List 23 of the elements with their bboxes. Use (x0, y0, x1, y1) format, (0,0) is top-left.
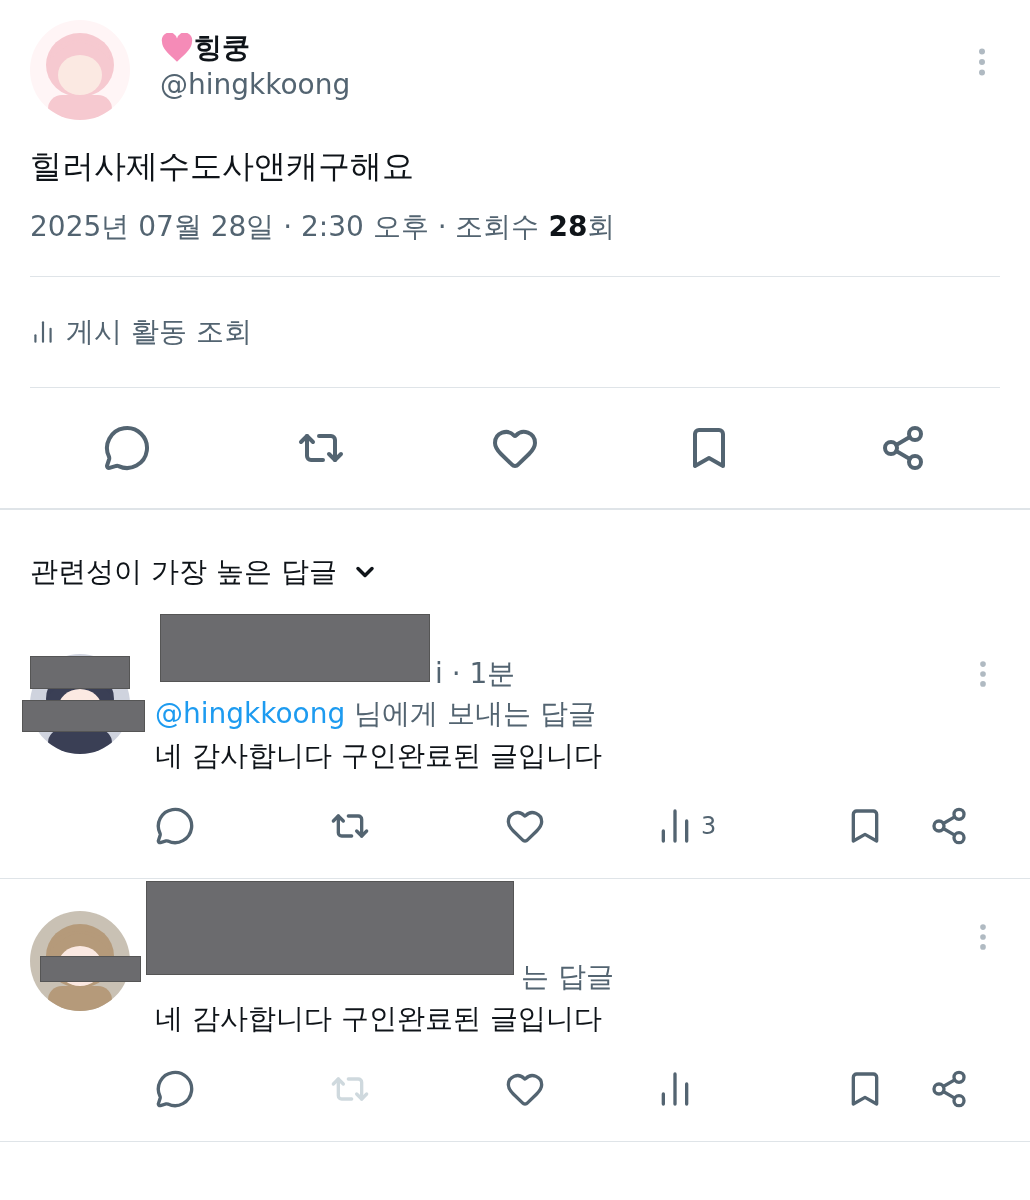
reply-meta: i · 1분 (435, 656, 516, 692)
share-button[interactable] (929, 806, 969, 846)
reply-context: 는 답글 (521, 959, 615, 995)
post-activity-link[interactable]: 게시 활동 조회 (30, 277, 1000, 388)
post-text: 힐러사제수도사앤캐구해요 (30, 146, 415, 187)
sort-dropdown[interactable]: 관련성이 가장 높은 답글 (30, 552, 379, 592)
reply-context: @hingkkoong 님에게 보내는 답글 (155, 696, 597, 732)
author-name: 힝쿵 (194, 30, 250, 66)
heart-icon (160, 33, 194, 63)
author-handle: @hingkkoong (160, 67, 352, 103)
post-meta: 2025년 07월 28일 · 2:30 오후 · 조회수 28회 (30, 208, 1000, 277)
reply-icon (155, 1069, 195, 1109)
reply-text: 네 감사합니다 구인완료된 글입니다 (155, 1001, 603, 1037)
share-icon (929, 806, 969, 846)
reply-icon (103, 424, 151, 472)
reply-button[interactable] (155, 1069, 195, 1109)
reply-text: 네 감사합니다 구인완료된 글입니다 (155, 738, 603, 774)
share-icon (929, 1069, 969, 1109)
reply-button[interactable] (103, 424, 151, 472)
reply-button[interactable] (155, 806, 195, 846)
reply-icon (155, 806, 195, 846)
views-button[interactable]: 3 (655, 806, 717, 846)
share-button[interactable] (929, 1069, 969, 1109)
